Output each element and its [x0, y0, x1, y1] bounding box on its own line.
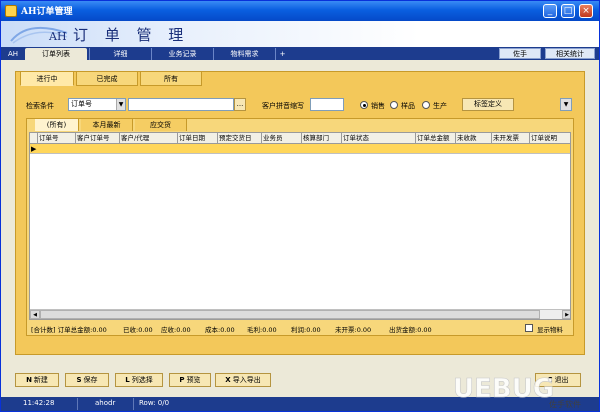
- summary-receivable: 应收:0.00: [161, 326, 191, 334]
- col-unpaid[interactable]: 未收款: [456, 133, 492, 144]
- watermark-sub: 佐手软件: [549, 399, 581, 409]
- title-bar[interactable]: AH订单管理 _ □ ×: [1, 1, 599, 21]
- statistics-button[interactable]: 相关统计: [545, 48, 595, 59]
- col-order-no[interactable]: 订单号: [38, 133, 76, 144]
- minimize-button[interactable]: _: [543, 4, 557, 18]
- radio-sales[interactable]: [360, 101, 368, 109]
- watermark-brand: UEBUG: [453, 374, 554, 404]
- order-table[interactable]: 订单号 客户订单号 客户/代理 订单日期 预定交货日 业务员 核算部门 订单状态…: [29, 132, 571, 320]
- banner-swirl-icon: AH: [10, 26, 68, 44]
- radio-sample-label: 样品: [401, 102, 415, 110]
- col-customer-order-no[interactable]: 客户订单号: [76, 133, 120, 144]
- col-order-date[interactable]: 订单日期: [178, 133, 218, 144]
- pinyin-input[interactable]: [310, 98, 344, 111]
- assistant-button[interactable]: 佐手: [499, 48, 541, 59]
- status-user: ahodr: [95, 399, 116, 407]
- scroll-right-icon[interactable]: ▶: [562, 310, 570, 319]
- window-title: AH订单管理: [21, 7, 73, 17]
- col-accounting-dept[interactable]: 核算部门: [302, 133, 342, 144]
- radio-sample[interactable]: [390, 101, 398, 109]
- table-header: 订单号 客户订单号 客户/代理 订单日期 预定交货日 业务员 核算部门 订单状态…: [30, 133, 570, 144]
- radio-sales-label: 销售: [371, 102, 385, 110]
- header-banner: AH 订 单 管 理: [1, 21, 599, 47]
- search-field-value: 订单号: [71, 100, 92, 108]
- grid-tab-latest-month[interactable]: 本月最新: [81, 119, 133, 131]
- column-select-button[interactable]: L 列选择: [115, 373, 163, 387]
- tab-in-progress[interactable]: 进行中: [20, 71, 74, 86]
- chevron-down-icon: ▼: [561, 99, 571, 110]
- col-salesman[interactable]: 业务员: [262, 133, 302, 144]
- chevron-down-icon: ▼: [116, 99, 125, 110]
- banner-title: 订 单 管 理: [73, 26, 190, 44]
- col-order-notes[interactable]: 订单说明: [530, 133, 570, 144]
- summary-profit: 利润:0.00: [291, 326, 321, 334]
- scroll-left-icon[interactable]: ◀: [30, 310, 40, 319]
- row-indicator-icon: ▶: [31, 145, 37, 153]
- tag-define-button[interactable]: 标签定义: [462, 98, 514, 111]
- radio-production-label: 生产: [433, 102, 447, 110]
- summary-cost: 成本:0.00: [205, 326, 235, 334]
- browse-button[interactable]: ...: [234, 98, 246, 111]
- tab-all[interactable]: 所有: [140, 71, 202, 86]
- options-dropdown[interactable]: ▼: [560, 98, 572, 111]
- summary-shipment: 出货金额:0.00: [389, 326, 432, 334]
- maximize-button[interactable]: □: [561, 4, 575, 18]
- status-divider: [133, 398, 134, 410]
- grid-tab-all[interactable]: (所有): [35, 119, 79, 131]
- tab-detail[interactable]: 详细: [89, 48, 151, 60]
- summary-uninvoiced: 未开票:0.00: [335, 326, 372, 334]
- show-material-label: 显示物料: [537, 326, 563, 334]
- horizontal-scrollbar[interactable]: ◀ ▶: [30, 309, 570, 319]
- save-button[interactable]: S 保存: [65, 373, 109, 387]
- status-time: 11:42:28: [23, 399, 55, 407]
- new-button[interactable]: N 新建: [15, 373, 59, 387]
- col-delivery-date[interactable]: 预定交货日: [218, 133, 262, 144]
- app-icon: [5, 5, 17, 17]
- search-label: 检索条件: [26, 102, 54, 110]
- close-button[interactable]: ×: [579, 4, 593, 18]
- tab-completed[interactable]: 已完成: [76, 71, 138, 86]
- summary-received: 已收:0.00: [123, 326, 153, 334]
- app-window: AH订单管理 _ □ × AH 订 单 管 理 AH 订单列表 详细 业务记录 …: [0, 0, 600, 412]
- order-panel: 进行中 已完成 所有 检索条件 订单号 ▼ ... 客户拼音缩写 销售 样品 生…: [15, 71, 585, 355]
- main-tab-bar: AH 订单列表 详细 业务记录 物料需求 + 佐手 相关统计: [1, 47, 599, 60]
- grid-container: (所有) 本月最新 应交货 订单号 客户订单号 客户/代理 订单日期 预定交货日…: [26, 118, 574, 336]
- search-bar: 检索条件 订单号 ▼ ... 客户拼音缩写 销售 样品 生产 标签定义 ▼: [26, 98, 574, 113]
- tab-business-records[interactable]: 业务记录: [151, 48, 213, 60]
- search-input[interactable]: [128, 98, 234, 111]
- tab-order-list[interactable]: 订单列表: [25, 48, 87, 60]
- col-order-total[interactable]: 订单总金额: [416, 133, 456, 144]
- show-material-checkbox[interactable]: [525, 324, 533, 332]
- table-row[interactable]: ▶: [30, 144, 570, 154]
- tab-material-needs[interactable]: 物料需求: [213, 48, 275, 60]
- col-customer-agent[interactable]: 客户/代理: [120, 133, 178, 144]
- import-export-button[interactable]: X 导入导出: [215, 373, 271, 387]
- summary-bar: [合计数] 订单总金额:0.00 已收:0.00 应收:0.00 成本:0.00…: [29, 323, 571, 334]
- tab-add[interactable]: +: [275, 48, 289, 60]
- summary-gross-profit: 毛利:0.00: [247, 326, 277, 334]
- col-order-status[interactable]: 订单状态: [342, 133, 416, 144]
- watermark-logo: UEBUG 佐手软件: [453, 374, 581, 409]
- summary-order-total: [合计数] 订单总金额:0.00: [31, 326, 107, 334]
- col-uninvoiced[interactable]: 未开发票: [492, 133, 530, 144]
- row-selector-header: [30, 133, 38, 144]
- banner-prefix: AH: [48, 30, 67, 43]
- status-rows: Row: 0/0: [139, 399, 170, 407]
- radio-production[interactable]: [422, 101, 430, 109]
- app-label: AH: [7, 50, 19, 58]
- scroll-thumb[interactable]: [40, 310, 540, 319]
- preview-button[interactable]: P 预览: [169, 373, 211, 387]
- pinyin-label: 客户拼音缩写: [262, 102, 304, 110]
- search-field-select[interactable]: 订单号 ▼: [68, 98, 126, 111]
- grid-tab-due-delivery[interactable]: 应交货: [135, 119, 187, 131]
- status-divider: [77, 398, 78, 410]
